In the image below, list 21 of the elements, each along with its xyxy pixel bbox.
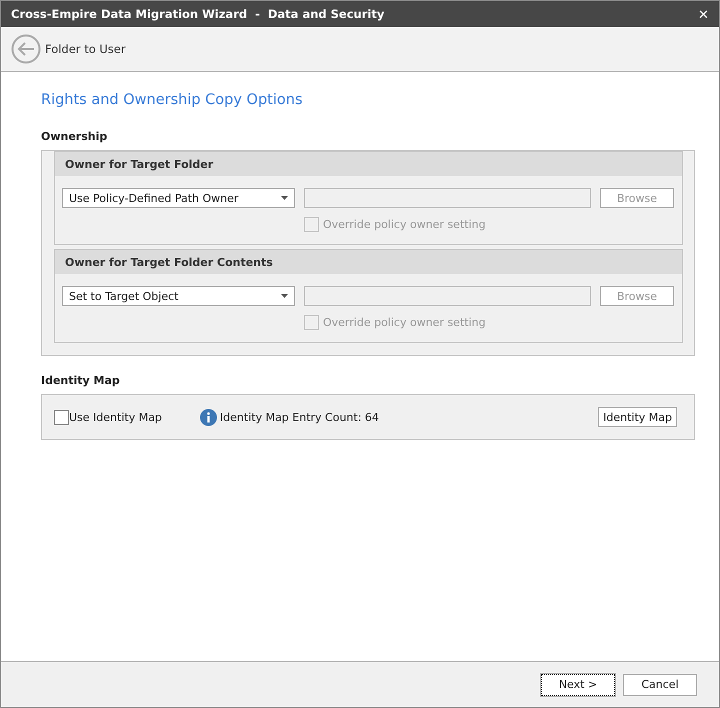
checkbox-label: Override policy owner setting: [323, 218, 486, 231]
caret-icon: [281, 196, 288, 200]
identity-map-button[interactable]: Identity Map: [598, 407, 677, 427]
checkbox-label: Override policy owner setting: [323, 316, 486, 329]
owner-dropdown[interactable]: Use Policy-Defined Path Owner: [62, 188, 295, 208]
back-label[interactable]: Folder to User: [45, 42, 126, 56]
close-button[interactable]: ✕: [698, 6, 709, 22]
footer-button[interactable]: Next >: [541, 674, 615, 696]
group-header: Owner for Target Folder: [55, 152, 682, 176]
info-icon: [200, 408, 217, 426]
caret-icon: [281, 294, 288, 298]
owner-dropdown[interactable]: Set to Target Object: [62, 286, 295, 306]
entry-count-text: Identity Map Entry Count: 64: [220, 410, 379, 424]
checkbox-label: Use Identity Map: [69, 410, 162, 424]
footer-button[interactable]: Cancel: [623, 674, 697, 696]
page-title: Rights and Ownership Copy Options: [41, 92, 304, 108]
checkbox[interactable]: [54, 410, 69, 424]
group-header: Owner for Target Folder Contents: [55, 250, 682, 274]
window-title: Cross-Empire Data Migration Wizard - Data and Security: [11, 7, 384, 21]
section-label: Identity Map: [41, 374, 121, 387]
section-label: Ownership: [41, 130, 108, 143]
